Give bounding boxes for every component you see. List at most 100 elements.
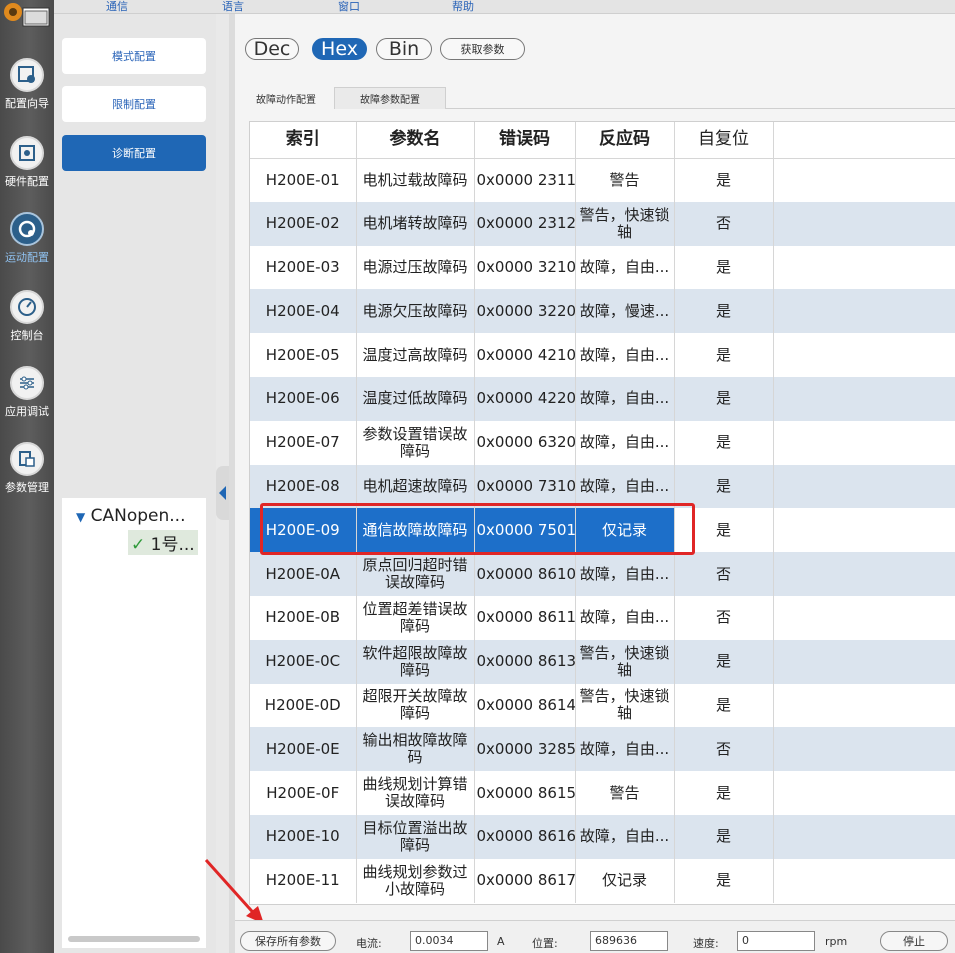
sliders-icon <box>10 366 44 400</box>
expand-arrow-icon[interactable]: ▼ <box>76 510 85 524</box>
table-row[interactable]: H200E-03 电源过压故障码 0x0000 3210 故障，自由... 是 <box>250 245 955 290</box>
cell-error-code: 0x0000 2311 <box>474 158 576 202</box>
speed-label: 速度: <box>693 937 719 950</box>
header-param-name: 参数名 <box>356 122 475 159</box>
table-row[interactable]: H200E-0C 软件超限故障故障码 0x0000 8613 警告，快速锁轴是 <box>250 639 955 684</box>
table-row[interactable]: H200E-0B 位置超差错误故障码 0x0000 8611 故障，自由... 否 <box>250 595 955 640</box>
tree-node-device[interactable]: ✓ 1号... <box>128 530 198 555</box>
cell-index: H200E-06 <box>250 376 357 421</box>
nav-label: 配置向导 <box>5 97 49 110</box>
current-unit: A <box>497 935 505 948</box>
cell-empty <box>773 639 955 684</box>
nav-item-debug[interactable]: 应用调试 <box>0 366 54 430</box>
mode-config-button[interactable]: 模式配置 <box>62 38 206 74</box>
nav-item-hardware[interactable]: 硬件配置 <box>0 136 54 200</box>
diagnostic-config-button[interactable]: 诊断配置 <box>62 135 206 171</box>
dec-button[interactable]: Dec <box>245 38 299 60</box>
horizontal-scrollbar[interactable] <box>68 936 200 942</box>
limit-config-button[interactable]: 限制配置 <box>62 86 206 122</box>
cell-auto-reset: 是 <box>674 771 774 815</box>
cell-error-code: 0x0000 8611 <box>474 595 576 640</box>
cell-index: H200E-0D <box>250 683 357 728</box>
config-panel: 模式配置 限制配置 诊断配置 ▼ CANopen... ✓ 1号... <box>54 14 216 953</box>
cell-param-name: 电源欠压故障码 <box>356 289 475 334</box>
table-row[interactable]: H200E-0F 曲线规划计算错误故障码 0x0000 8615 警告是 <box>250 771 955 815</box>
cell-auto-reset: 是 <box>674 464 774 509</box>
cell-auto-reset: 是 <box>674 639 774 684</box>
cell-empty <box>773 158 955 202</box>
cell-empty <box>773 683 955 728</box>
cell-auto-reset: 否 <box>674 595 774 640</box>
header-auto-reset: 自复位 <box>674 122 774 159</box>
table-header-row: 索引 参数名 错误码 反应码 自复位 <box>250 122 955 159</box>
table-row[interactable]: H200E-04 电源欠压故障码 0x0000 3220 故障，慢速... 是 <box>250 289 955 334</box>
cell-reaction-code: 警告 <box>575 158 675 202</box>
cell-param-name: 软件超限故障故障码 <box>356 639 475 684</box>
header-index: 索引 <box>250 122 357 159</box>
nav-item-console[interactable]: 控制台 <box>0 290 54 354</box>
cell-empty <box>773 245 955 290</box>
cell-reaction-code: 故障，自由... <box>575 727 675 772</box>
menu-window[interactable]: 窗口 <box>338 0 360 14</box>
cell-empty <box>773 333 955 377</box>
table-row[interactable]: H200E-0D 超限开关故障故障码 0x0000 8614 警告，快速锁轴是 <box>250 683 955 728</box>
table-row[interactable]: H200E-01 电机过载故障码 0x0000 2311 警告是 <box>250 158 955 202</box>
bin-button[interactable]: Bin <box>376 38 432 60</box>
cell-reaction-code: 故障，自由... <box>575 464 675 509</box>
cell-param-name: 电机超速故障码 <box>356 464 475 509</box>
hex-button[interactable]: Hex <box>312 38 367 60</box>
tree-root[interactable]: ▼ CANopen... <box>76 506 186 526</box>
table-row[interactable]: H200E-07 参数设置错误故障码 0x0000 6320 故障，自由... 是 <box>250 420 955 465</box>
menu-help[interactable]: 帮助 <box>452 0 474 14</box>
menu-language[interactable]: 语言 <box>222 0 244 14</box>
nav-label: 运动配置 <box>5 251 49 264</box>
position-field[interactable]: 689636 <box>590 931 668 951</box>
cell-error-code: 0x0000 2312 <box>474 201 576 246</box>
nav-label: 控制台 <box>10 329 44 342</box>
table-row[interactable]: H200E-02 电机堵转故障码 0x0000 2312 警告，快速锁轴否 <box>250 201 955 246</box>
cell-reaction-code: 故障，自由... <box>575 333 675 377</box>
nav-item-params[interactable]: 参数管理 <box>0 442 54 506</box>
cell-reaction-code: 警告，快速锁轴 <box>575 201 675 246</box>
table-row[interactable]: H200E-10 目标位置溢出故障码 0x0000 8616 故障，自由... 是 <box>250 814 955 859</box>
table-row[interactable]: H200E-11 曲线规划参数过小故障码 0x0000 8617 仅记录是 <box>250 858 955 903</box>
cell-error-code: 0x0000 3220 <box>474 289 576 334</box>
cell-auto-reset: 是 <box>674 333 774 377</box>
app-logo-icon <box>4 3 50 27</box>
table-row[interactable]: H200E-0A 原点回归超时错误故障码 0x0000 8610 故障，自由... 否 <box>250 552 955 596</box>
nav-item-wizard[interactable]: 配置向导 <box>0 58 54 122</box>
table-row[interactable]: H200E-0E 输出相故障故障码 0x0000 3285 故障，自由... 否 <box>250 727 955 772</box>
current-field[interactable]: 0.0034 <box>410 931 488 951</box>
table-row[interactable]: H200E-05 温度过高故障码 0x0000 4210 故障，自由... 是 <box>250 333 955 377</box>
get-params-button[interactable]: 获取参数 <box>440 38 525 60</box>
cell-auto-reset: 是 <box>674 814 774 859</box>
cell-index: H200E-07 <box>250 420 357 465</box>
header-empty <box>773 122 955 159</box>
cell-error-code: 0x0000 8615 <box>474 771 576 815</box>
cell-param-name: 原点回归超时错误故障码 <box>356 552 475 596</box>
collapse-panel-button[interactable] <box>216 466 229 520</box>
cell-error-code: 0x0000 4220 <box>474 376 576 421</box>
tab-fault-params[interactable]: 故障参数配置 <box>334 87 446 109</box>
table-row[interactable]: H200E-08 电机超速故障码 0x0000 7310 故障，自由... 是 <box>250 464 955 509</box>
table-row[interactable]: H200E-06 温度过低故障码 0x0000 4220 故障，自由... 是 <box>250 376 955 421</box>
cell-error-code: 0x0000 8616 <box>474 814 576 859</box>
cell-error-code: 0x0000 8610 <box>474 552 576 596</box>
cell-reaction-code: 故障，自由... <box>575 420 675 465</box>
cell-auto-reset: 是 <box>674 245 774 290</box>
stop-button[interactable]: 停止 <box>880 931 948 951</box>
speed-field[interactable]: 0 <box>737 931 815 951</box>
cell-auto-reset: 是 <box>674 683 774 728</box>
cell-index: H200E-02 <box>250 201 357 246</box>
tab-fault-action[interactable]: 故障动作配置 <box>238 87 334 109</box>
cell-param-name: 超限开关故障故障码 <box>356 683 475 728</box>
main-content: Dec Hex Bin 获取参数 故障动作配置 故障参数配置 索引 参数名 错误… <box>235 14 955 953</box>
cell-reaction-code: 仅记录 <box>575 858 675 903</box>
save-all-params-button[interactable]: 保存所有参数 <box>240 931 336 951</box>
cell-empty <box>773 727 955 772</box>
header-reaction-code: 反应码 <box>575 122 675 159</box>
check-circle-icon: ✓ <box>131 535 146 555</box>
nav-item-motion[interactable]: 运动配置 <box>0 212 54 276</box>
cell-auto-reset: 是 <box>674 376 774 421</box>
menu-comm[interactable]: 通信 <box>106 0 128 14</box>
